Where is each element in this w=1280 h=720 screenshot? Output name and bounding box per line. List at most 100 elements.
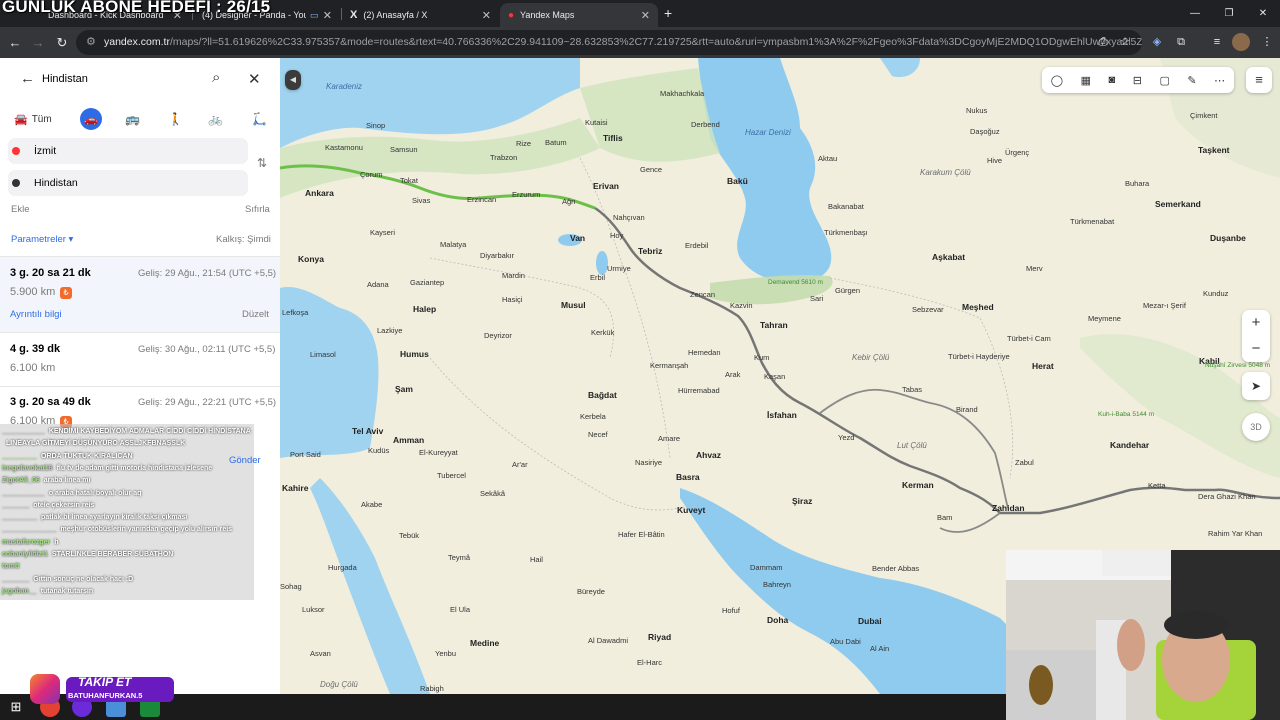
route-to-field[interactable]: Hindistan: [8, 170, 248, 196]
collapse-panel-button[interactable]: ◀: [285, 70, 301, 90]
map-place-label[interactable]: Teymâ: [448, 553, 470, 562]
map-place-label[interactable]: Tebük: [399, 531, 419, 540]
route-option[interactable]: 4 g. 39 dk Geliş: 30 Ağu., 02:11 (UTC +5…: [0, 333, 280, 385]
zoom-out-button[interactable]: −: [1242, 336, 1270, 362]
map-place-label[interactable]: Necef: [588, 430, 608, 439]
mode-all[interactable]: 🚘 Tüm: [14, 108, 52, 130]
map-place-label[interactable]: Sekâkâ: [480, 489, 505, 498]
3d-button[interactable]: 3D: [1242, 413, 1270, 441]
close-icon[interactable]: ✕: [641, 9, 650, 22]
map-place-label[interactable]: Karakum Çölü: [920, 168, 971, 177]
map-place-label[interactable]: Büreyde: [577, 587, 605, 596]
map-place-label[interactable]: Taşkent: [1198, 145, 1230, 155]
map-place-label[interactable]: Kayseri: [370, 228, 395, 237]
search-query[interactable]: Hindistan: [42, 73, 88, 85]
map-place-label[interactable]: El-Kureyyat: [419, 448, 458, 457]
map-place-label[interactable]: Kebir Çölü: [852, 353, 889, 362]
route-details-link[interactable]: Ayrıntılı bilgi: [10, 309, 62, 320]
map-place-label[interactable]: Musul: [561, 300, 586, 310]
map-place-label[interactable]: Luksor: [302, 605, 325, 614]
site-info-icon[interactable]: ⚙: [86, 30, 96, 55]
map-place-label[interactable]: Bakü: [727, 176, 748, 186]
map-place-label[interactable]: Bakanabat: [828, 202, 864, 211]
map-place-label[interactable]: Amman: [393, 435, 424, 445]
bookmark-star-icon[interactable]: ☆: [1116, 33, 1134, 51]
mode-transit[interactable]: 🚌: [125, 108, 140, 130]
close-icon[interactable]: ✕: [482, 9, 491, 22]
layers-icon[interactable]: ◯: [1051, 74, 1063, 87]
map-place-label[interactable]: Makhachkala: [660, 89, 704, 98]
map-place-label[interactable]: Samsun: [390, 145, 418, 154]
mode-walk[interactable]: 🚶: [168, 108, 183, 130]
map-place-label[interactable]: Kazvin: [730, 301, 753, 310]
minimize-button[interactable]: —: [1178, 0, 1212, 27]
map-place-label[interactable]: Humus: [400, 349, 429, 359]
mode-car[interactable]: 🚗: [80, 108, 102, 130]
map-place-label[interactable]: Aktau: [818, 154, 837, 163]
map-place-label[interactable]: Batum: [545, 138, 567, 147]
map-place-label[interactable]: Merv: [1026, 264, 1043, 273]
map-place-label[interactable]: Türkmenabat: [1070, 217, 1114, 226]
search-icon[interactable]: ⌕: [212, 69, 220, 86]
add-stop-link[interactable]: Ekle: [11, 204, 29, 215]
map-place-label[interactable]: Hemedan: [688, 348, 721, 357]
map-place-label[interactable]: Dubai: [858, 616, 882, 626]
map-place-label[interactable]: Basra: [676, 472, 700, 482]
map-place-label[interactable]: Kuveyt: [677, 505, 705, 515]
ruler-icon[interactable]: ✎: [1187, 74, 1196, 87]
map-place-label[interactable]: Zahidan: [992, 503, 1025, 513]
map-place-label[interactable]: Kastamonu: [325, 143, 363, 152]
menu-kebab-icon[interactable]: ⋮: [1258, 33, 1276, 51]
map-place-label[interactable]: Nasiriye: [635, 458, 662, 467]
map-place-label[interactable]: Kudüs: [368, 446, 389, 455]
map-place-label[interactable]: Türbet-i Cam: [1007, 334, 1051, 343]
map-place-label[interactable]: Dammam: [750, 563, 783, 572]
close-icon[interactable]: ✕: [248, 70, 261, 88]
map-place-label[interactable]: Tokat: [400, 176, 418, 185]
map-place-label[interactable]: Çimkent: [1190, 111, 1218, 120]
map-place-label[interactable]: Şiraz: [792, 496, 812, 506]
map-place-label[interactable]: Dera Ghazi Khan: [1198, 492, 1256, 501]
parameters-dropdown[interactable]: Parametreler ▾: [11, 234, 73, 245]
map-place-label[interactable]: Malatya: [440, 240, 466, 249]
map-place-label[interactable]: Gürgen: [835, 286, 860, 295]
map-place-label[interactable]: Tiflis: [603, 133, 623, 143]
map-place-label[interactable]: Diyarbakır: [480, 251, 514, 260]
map-place-label[interactable]: Türbet-i Hayderiye: [948, 352, 1010, 361]
arrow-back-icon[interactable]: ←: [20, 70, 35, 87]
more-icon[interactable]: ⋯: [1214, 74, 1225, 87]
map-place-label[interactable]: Ahvaz: [696, 450, 721, 460]
map-place-label[interactable]: Deyrizor: [484, 331, 512, 340]
map-place-label[interactable]: Al Ain: [870, 644, 889, 653]
map-place-label[interactable]: Ar'ar: [512, 460, 528, 469]
map-place-label[interactable]: Rize: [516, 139, 531, 148]
map-place-label[interactable]: Ürgenç: [1005, 148, 1029, 157]
map-place-label[interactable]: Adana: [367, 280, 389, 289]
map-place-label[interactable]: Sinop: [366, 121, 385, 130]
map-place-label[interactable]: Hail: [530, 555, 543, 564]
map-place-label[interactable]: Urmiye: [607, 264, 631, 273]
forward-button[interactable]: →: [28, 33, 48, 53]
mode-bike[interactable]: 🚲: [208, 108, 223, 130]
camera-icon[interactable]: ◙: [1109, 74, 1116, 86]
map-place-label[interactable]: Erivan: [593, 181, 619, 191]
map-place-label[interactable]: Kaşan: [764, 372, 785, 381]
search-box[interactable]: ← Hindistan ⌕ ✕: [10, 66, 270, 94]
traffic-icon[interactable]: ▢: [1159, 74, 1169, 87]
map-place-label[interactable]: Zencan: [690, 290, 715, 299]
menu-hamburger-icon[interactable]: ≡: [1246, 67, 1272, 93]
map-place-label[interactable]: Kerbela: [580, 412, 606, 421]
map-place-label[interactable]: Trabzon: [490, 153, 517, 162]
map-place-label[interactable]: Erdebil: [685, 241, 708, 250]
map-place-label[interactable]: Daşoğuz: [970, 127, 1000, 136]
map-place-label[interactable]: Ketta: [1148, 481, 1166, 490]
map-place-label[interactable]: Tabas: [902, 385, 922, 394]
map-place-label[interactable]: Sebzevar: [912, 305, 944, 314]
map-place-label[interactable]: Hürremabad: [678, 386, 720, 395]
map-place-label[interactable]: Abu Dabi: [830, 637, 861, 646]
map-place-label[interactable]: Tebriz: [638, 246, 662, 256]
reload-button[interactable]: ↻: [52, 33, 72, 53]
map-place-label[interactable]: Aşkabat: [932, 252, 965, 262]
map-place-label[interactable]: Kutaisi: [585, 118, 608, 127]
map-place-label[interactable]: Kermanşah: [650, 361, 688, 370]
